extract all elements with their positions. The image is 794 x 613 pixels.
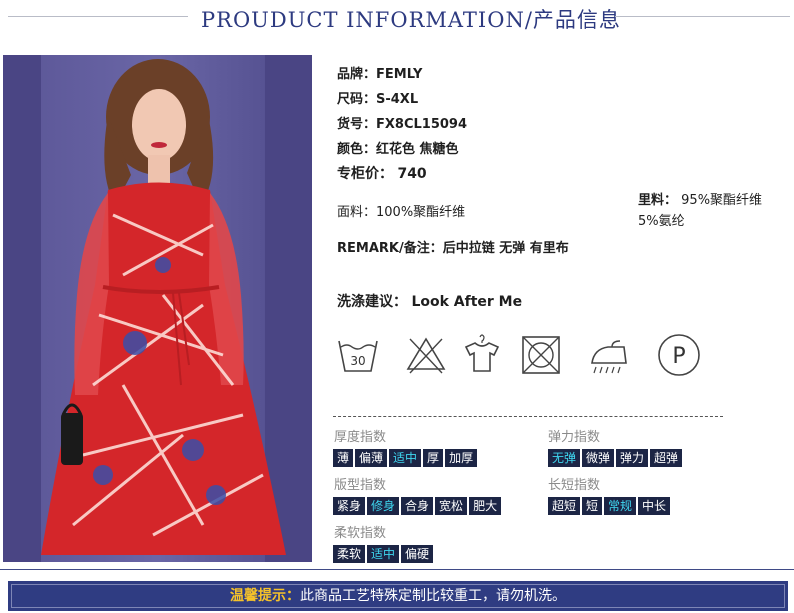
color-field: 颜色：红花色 焦糖色 [337, 142, 459, 157]
dry-clean-p-icon: P [658, 334, 700, 376]
notice-text: 此商品工艺特殊定制比较重工，请勿机洗。 [300, 588, 566, 604]
lining-line-2: 5%氨纶 [638, 214, 685, 229]
length-option-tag: 中长 [638, 497, 671, 515]
elasticity-index-label: 弹力指数 [548, 430, 601, 445]
fit-index-tags: 紧身 修身 合身 宽松 肥大 [333, 497, 502, 515]
header-rule-left [8, 16, 188, 17]
wash-label: 洗涤建议： [337, 294, 407, 310]
iron-steam-icon [591, 340, 627, 374]
svg-text:P: P [672, 344, 685, 369]
length-option-tag: 短 [582, 497, 603, 515]
svg-text:30: 30 [350, 354, 365, 368]
length-option-tag: 常规 [604, 497, 637, 515]
lining-line-1: 95%聚酯纤维 [681, 193, 763, 208]
fit-option-tag: 宽松 [435, 497, 468, 515]
thickness-index-tags: 薄偏薄 适中厚加厚 [333, 449, 478, 467]
thickness-option-tag: 适中 [389, 449, 422, 467]
section-title: PROUDUCT INFORMATION/产品信息 [201, 8, 621, 32]
thickness-index-label: 厚度指数 [334, 430, 387, 445]
length-index-label: 长短指数 [548, 478, 601, 493]
thickness-option-tag: 偏薄 [355, 449, 388, 467]
fit-option-tag: 合身 [401, 497, 434, 515]
fit-option-tag: 紧身 [333, 497, 366, 515]
fabric-field: 面料：100%聚酯纤维 [337, 205, 466, 220]
lining-field: 里料： 95%聚酯纤维 [638, 189, 762, 208]
do-not-bleach-icon [406, 337, 446, 374]
wash-30-icon: 30 [338, 340, 378, 372]
thickness-option-tag: 厚 [423, 449, 444, 467]
length-option-tag: 超短 [548, 497, 581, 515]
softness-option-tag: 适中 [367, 545, 400, 563]
section-header: PROUDUCT INFORMATION/产品信息 [0, 0, 794, 40]
footer-notice: 温馨提示：此商品工艺特殊定制比较重工，请勿机洗。 [8, 581, 788, 611]
wash-advice: 洗涤建议： Look After Me [337, 291, 522, 311]
softness-index-tags: 柔软 适中 偏硬 [333, 545, 434, 563]
size-field: 尺码：S-4XL [337, 92, 419, 107]
lining-label: 里料： [638, 193, 678, 208]
elasticity-option-tag: 无弹 [548, 449, 581, 467]
softness-index-label: 柔软指数 [334, 526, 387, 541]
fit-index-label: 版型指数 [334, 478, 387, 493]
item-number-field: 货号：FX8CL15094 [337, 117, 468, 132]
price-field: 专柜价： 740 [337, 163, 427, 183]
thickness-option-tag: 加厚 [445, 449, 478, 467]
brand-field: 品牌：FEMLY [337, 67, 423, 82]
header-rule-right [615, 16, 790, 17]
price-value: 740 [397, 166, 427, 182]
elasticity-index-tags: 无弹 微弹 弹力 超弹 [548, 449, 683, 467]
care-icons: 30 P [336, 333, 716, 381]
price-label: 专柜价： [337, 166, 393, 182]
thickness-option-tag: 薄 [333, 449, 354, 467]
notice-label: 温馨提示： [230, 588, 300, 604]
softness-option-tag: 柔软 [333, 545, 366, 563]
length-index-tags: 超短短常规 中长 [548, 497, 671, 515]
product-photo [3, 55, 312, 562]
footer-rule [0, 569, 794, 570]
elasticity-option-tag: 弹力 [616, 449, 649, 467]
hang-dry-icon [464, 334, 500, 372]
remark-field: REMARK/备注：后中拉链 无弹 有里布 [337, 241, 569, 256]
softness-option-tag: 偏硬 [401, 545, 434, 563]
wash-value: Look After Me [411, 294, 523, 310]
divider [333, 416, 723, 417]
fit-option-tag: 肥大 [469, 497, 502, 515]
do-not-tumble-dry-icon [522, 336, 560, 374]
fit-option-tag: 修身 [367, 497, 400, 515]
elasticity-option-tag: 超弹 [650, 449, 683, 467]
elasticity-option-tag: 微弹 [582, 449, 615, 467]
